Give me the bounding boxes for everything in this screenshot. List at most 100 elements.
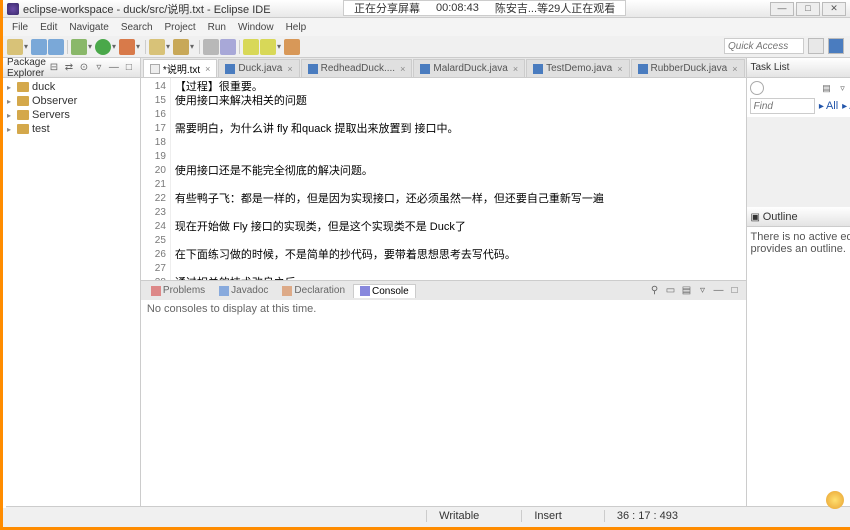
code-line[interactable] xyxy=(175,108,742,122)
editor-tab[interactable]: *说明.txt× xyxy=(143,59,218,77)
status-bar: Writable Insert 36 : 17 : 493 xyxy=(6,506,850,524)
nav-fwd-icon[interactable] xyxy=(260,39,276,55)
code-line[interactable]: 有些鸭子飞：都是一样的，但是因为实现接口，还必须虽然一样，但还要自己重新写一遍 xyxy=(175,192,742,206)
line-gutter: 1415161718192021222324252627282930313233… xyxy=(141,78,171,280)
file-icon xyxy=(225,64,235,74)
project-tree[interactable]: ▸duck▸Observer▸Servers▸test xyxy=(3,78,140,508)
menu-navigate[interactable]: Navigate xyxy=(64,22,113,33)
view-tab-javadoc[interactable]: Javadoc xyxy=(213,284,274,297)
focus-icon[interactable]: ⊙ xyxy=(77,61,91,75)
view-icon xyxy=(219,286,229,296)
code-line[interactable] xyxy=(175,178,742,192)
min-icon[interactable]: — xyxy=(712,284,726,298)
close-tab-icon[interactable]: × xyxy=(287,64,292,74)
menu-search[interactable]: Search xyxy=(116,22,158,33)
pin-icon[interactable]: ⚲ xyxy=(648,284,662,298)
code-line[interactable]: 使用接口来解决相关的问题 xyxy=(175,94,742,108)
status-insert: Insert xyxy=(521,510,574,522)
console-view[interactable]: No consoles to display at this time. xyxy=(141,300,746,508)
view-tab-console[interactable]: Console xyxy=(353,284,416,298)
collapse-all-icon[interactable]: ⊟ xyxy=(47,61,61,75)
close-tab-icon[interactable]: × xyxy=(732,64,737,74)
view-tab-problems[interactable]: Problems xyxy=(145,284,211,297)
perspective-java-icon[interactable] xyxy=(828,38,844,54)
task-all-link[interactable]: ▸ All xyxy=(819,100,838,112)
view-menu-icon[interactable]: ▿ xyxy=(92,61,106,75)
tree-node-duck[interactable]: ▸duck xyxy=(7,80,136,94)
code-line[interactable]: 使用接口还是不能完全彻底的解决问题。 xyxy=(175,164,742,178)
view-tab-declaration[interactable]: Declaration xyxy=(276,284,351,297)
outline-title: ▣ Outline xyxy=(751,211,850,223)
maximize-view-icon[interactable]: □ xyxy=(122,61,136,75)
right-pane: Task List — □ ▤ ▿ × ⟳ ▿ ▸ All ▸ Activate… xyxy=(746,58,850,508)
close-tab-icon[interactable]: × xyxy=(513,64,518,74)
save-icon[interactable] xyxy=(31,39,47,55)
menu-edit[interactable]: Edit xyxy=(35,22,62,33)
new-icon[interactable] xyxy=(7,39,23,55)
package-explorer-title: Package Explorer xyxy=(7,57,46,79)
display-icon[interactable]: ▭ xyxy=(664,284,678,298)
editor-tab[interactable]: TestDemo.java× xyxy=(526,59,629,77)
code-line[interactable]: 【过程】很重要。 xyxy=(175,80,742,94)
tip-icon[interactable] xyxy=(826,491,844,509)
minimize-view-icon[interactable]: — xyxy=(107,61,121,75)
save-all-icon[interactable] xyxy=(48,39,64,55)
menu-file[interactable]: File xyxy=(7,22,33,33)
search-icon[interactable] xyxy=(220,39,236,55)
new-class-icon[interactable] xyxy=(173,39,189,55)
code-line[interactable] xyxy=(175,136,742,150)
task-activate-link[interactable]: ▸ Activate... xyxy=(842,100,850,112)
close-tab-icon[interactable]: × xyxy=(400,64,405,74)
menu-window[interactable]: Window xyxy=(233,22,279,33)
code-line[interactable] xyxy=(175,206,742,220)
close-button[interactable]: ✕ xyxy=(822,2,846,16)
minimize-button[interactable]: — xyxy=(770,2,794,16)
code-line[interactable]: 在下面练习做的时候，不是简单的抄代码，要带着思想思考去写代码。 xyxy=(175,248,742,262)
code-line[interactable] xyxy=(175,262,742,276)
share-viewers: 陈安吉...等29人正在观看 xyxy=(495,0,615,16)
nav-back-icon[interactable] xyxy=(243,39,259,55)
text-editor[interactable]: 1415161718192021222324252627282930313233… xyxy=(141,78,746,280)
file-icon xyxy=(638,64,648,74)
menu-help[interactable]: Help xyxy=(281,22,312,33)
code-line[interactable] xyxy=(175,234,742,248)
coverage-icon[interactable] xyxy=(119,39,135,55)
task-find-input[interactable] xyxy=(750,98,815,114)
close-tab-icon[interactable]: × xyxy=(205,64,210,74)
menu-bar: FileEditNavigateSearchProjectRunWindowHe… xyxy=(3,18,850,36)
run-icon[interactable] xyxy=(95,39,111,55)
editor-tab[interactable]: RedheadDuck....× xyxy=(301,59,413,77)
close-tab-icon[interactable]: × xyxy=(617,64,622,74)
view-icon xyxy=(151,286,161,296)
new-package-icon[interactable] xyxy=(149,39,165,55)
quick-access xyxy=(724,38,844,54)
file-icon xyxy=(308,64,318,74)
editor-tab[interactable]: MalardDuck.java× xyxy=(413,59,525,77)
pin-icon[interactable] xyxy=(284,39,300,55)
menu-project[interactable]: Project xyxy=(160,22,201,33)
quick-access-input[interactable] xyxy=(724,38,804,54)
open-icon[interactable]: ▤ xyxy=(680,284,694,298)
tree-node-test[interactable]: ▸test xyxy=(7,122,136,136)
debug-icon[interactable] xyxy=(71,39,87,55)
code-line[interactable]: 需要明白，为什么讲 fly 和quack 提取出来放置到 接口中。 xyxy=(175,122,742,136)
code-line[interactable] xyxy=(175,150,742,164)
eclipse-icon xyxy=(7,3,19,15)
open-type-icon[interactable] xyxy=(203,39,219,55)
link-editor-icon[interactable]: ⇄ xyxy=(62,61,76,75)
task-filter-icon[interactable]: ▿ xyxy=(836,81,850,95)
menu-run[interactable]: Run xyxy=(203,22,231,33)
maximize-button[interactable]: □ xyxy=(796,2,820,16)
status-writable: Writable xyxy=(426,510,491,522)
task-categorize-icon[interactable]: ▤ xyxy=(820,81,834,95)
tree-node-servers[interactable]: ▸Servers xyxy=(7,108,136,122)
code-area[interactable]: 【过程】很重要。使用接口来解决相关的问题需要明白，为什么讲 fly 和quack… xyxy=(171,78,746,280)
editor-tab[interactable]: Duck.java× xyxy=(218,59,299,77)
perspective-resource-icon[interactable] xyxy=(808,38,824,54)
tree-node-observer[interactable]: ▸Observer xyxy=(7,94,136,108)
editor-tab[interactable]: RubberDuck.java× xyxy=(631,59,745,77)
clear-icon[interactable]: ▿ xyxy=(696,284,710,298)
code-line[interactable]: 现在开始做 Fly 接口的实现类，但是这个实现类不是 Duck了 xyxy=(175,220,742,234)
max-icon[interactable]: □ xyxy=(728,284,742,298)
task-new-icon[interactable] xyxy=(750,81,764,95)
